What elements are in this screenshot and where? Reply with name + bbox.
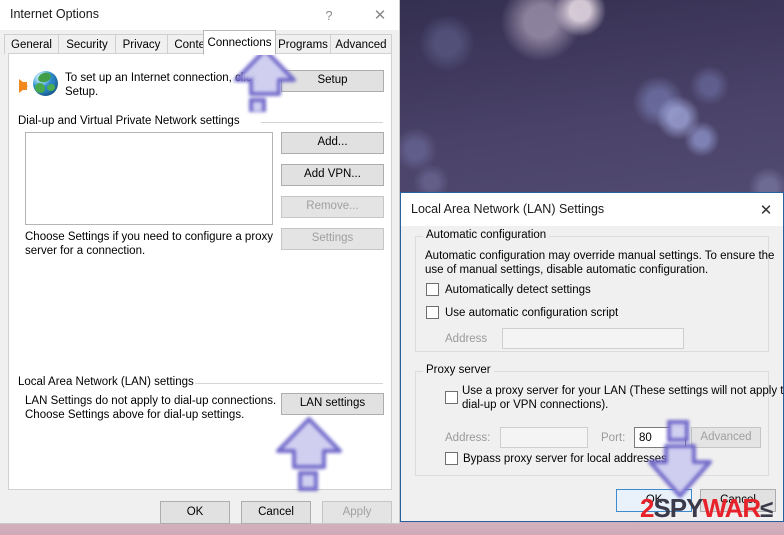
- lan-settings-dialog: Local Area Network (LAN) Settings ✕ Auto…: [400, 192, 784, 522]
- lan-settings-title: Local Area Network (LAN) Settings: [411, 202, 605, 216]
- globe-landmass-c: [47, 84, 55, 91]
- tab-advanced[interactable]: Advanced: [330, 34, 392, 54]
- bypass-proxy-checkbox[interactable]: [445, 452, 458, 465]
- auto-config-address-label: Address: [445, 333, 488, 345]
- use-proxy-server-label-line1: Use a proxy server for your LAN (These s…: [462, 385, 784, 397]
- tab-general[interactable]: General: [4, 34, 59, 54]
- watermark-part-4: ≤: [760, 496, 773, 523]
- proxy-port-label: Port:: [601, 432, 626, 444]
- use-proxy-server-label-line2: dial-up or VPN connections).: [462, 399, 609, 411]
- lan-hint-line1: LAN Settings do not apply to dial-up con…: [25, 395, 277, 407]
- tab-security[interactable]: Security: [58, 34, 116, 54]
- tab-connections[interactable]: Connections: [203, 30, 276, 55]
- lan-settings-button[interactable]: LAN settings: [281, 393, 384, 415]
- remove-button: Remove...: [281, 196, 384, 218]
- arrow-up-connections-tab-icon: [232, 46, 298, 112]
- help-icon[interactable]: ?: [318, 4, 340, 26]
- ok-button[interactable]: OK: [160, 501, 230, 524]
- use-proxy-server-checkbox[interactable]: [445, 391, 458, 404]
- internet-options-title: Internet Options: [10, 7, 99, 21]
- watermark-2spyware: 2SPYWAR≤: [640, 493, 773, 523]
- globe-landmass-b: [35, 83, 45, 93]
- proxy-server-group-label: Proxy server: [423, 364, 494, 376]
- bypass-proxy-label: Bypass proxy server for local addresses: [463, 453, 667, 465]
- setup-description-line2: Setup.: [65, 86, 99, 98]
- lan-group-label: Local Area Network (LAN) settings: [15, 376, 197, 388]
- settings-button: Settings: [281, 228, 384, 250]
- proxy-address-input: [500, 427, 588, 448]
- setup-description-line1: To set up an Internet connection, click: [65, 72, 258, 84]
- dialup-connections-list[interactable]: [25, 132, 273, 225]
- internet-options-titlebar: Internet Options ? ✕: [0, 0, 399, 30]
- use-automatic-configuration-script-label: Use automatic configuration script: [445, 307, 619, 319]
- arrow-up-lan-settings-icon: [274, 415, 344, 493]
- close-icon[interactable]: ✕: [368, 4, 392, 26]
- proxy-address-label: Address:: [445, 432, 491, 444]
- use-automatic-configuration-script-checkbox[interactable]: [426, 306, 439, 319]
- internet-options-tab-strip: General Security Privacy Content Connect…: [0, 30, 399, 55]
- auto-config-address-input: [502, 328, 684, 349]
- orange-arrow-tail-icon: [19, 82, 27, 90]
- arrow-down-ok-button-icon: [644, 418, 716, 500]
- lan-group-rule: [195, 383, 383, 384]
- apply-button: Apply: [322, 501, 392, 524]
- dialup-group-label: Dial-up and Virtual Private Network sett…: [15, 115, 243, 127]
- auto-config-description-line1: Automatic configuration may override man…: [425, 250, 775, 262]
- close-icon[interactable]: ✕: [753, 199, 779, 221]
- automatically-detect-settings-checkbox[interactable]: [426, 283, 439, 296]
- globe-icon: [33, 71, 58, 96]
- watermark-part-2: SPY: [653, 493, 703, 523]
- dialup-hint-line1: Choose Settings if you need to configure…: [25, 231, 274, 243]
- cancel-button[interactable]: Cancel: [241, 501, 311, 524]
- automatically-detect-settings-label: Automatically detect settings: [445, 284, 591, 296]
- auto-config-description-line2: use of manual settings, disable automati…: [425, 264, 709, 276]
- lan-settings-titlebar: Local Area Network (LAN) Settings ✕: [401, 193, 783, 226]
- internet-connection-globe-icon: [19, 69, 61, 99]
- dialup-group-rule: [261, 122, 383, 123]
- tab-privacy[interactable]: Privacy: [115, 34, 168, 54]
- globe-landmass-a: [37, 71, 52, 84]
- watermark-part-1: 2: [640, 493, 655, 523]
- lan-hint-line2: Choose Settings above for dial-up settin…: [25, 409, 245, 421]
- dialup-hint-line2: server for a connection.: [25, 245, 146, 257]
- automatic-configuration-group-label: Automatic configuration: [423, 229, 550, 241]
- screen: Internet Options ? ✕ General Security Pr…: [0, 0, 784, 535]
- watermark-part-3: WAR: [702, 493, 762, 523]
- add-vpn-button[interactable]: Add VPN...: [281, 164, 384, 186]
- add-button[interactable]: Add...: [281, 132, 384, 154]
